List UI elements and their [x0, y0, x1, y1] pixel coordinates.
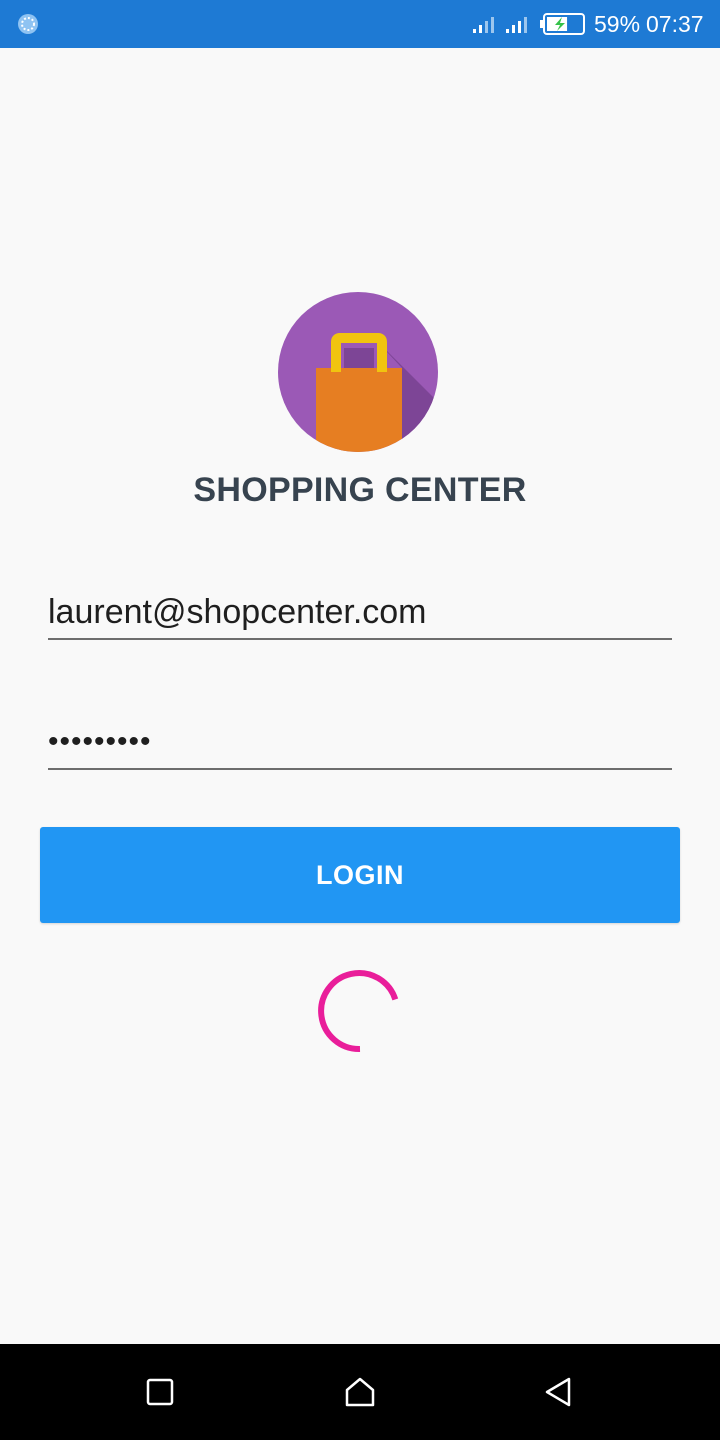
loading-spinner — [318, 970, 399, 1053]
email-field[interactable] — [48, 586, 672, 640]
square-recents-icon[interactable] — [140, 1372, 180, 1412]
signal-sim2-icon — [506, 17, 527, 33]
loading-notification-icon — [18, 14, 38, 34]
status-bar: 59% 07:37 — [0, 0, 720, 48]
app-title: SHOPPING CENTER — [193, 471, 527, 509]
status-clock: 07:37 — [646, 11, 704, 37]
password-field[interactable] — [48, 716, 672, 770]
battery-charging-icon — [540, 13, 585, 35]
login-button[interactable]: LOGIN — [40, 827, 680, 923]
navigation-bar — [0, 1344, 720, 1440]
signal-sim1-icon — [473, 17, 494, 33]
battery-percent: 59% — [594, 11, 641, 37]
shopping-bag-icon — [278, 292, 438, 452]
home-icon[interactable] — [340, 1372, 380, 1412]
back-triangle-icon[interactable] — [538, 1372, 578, 1412]
